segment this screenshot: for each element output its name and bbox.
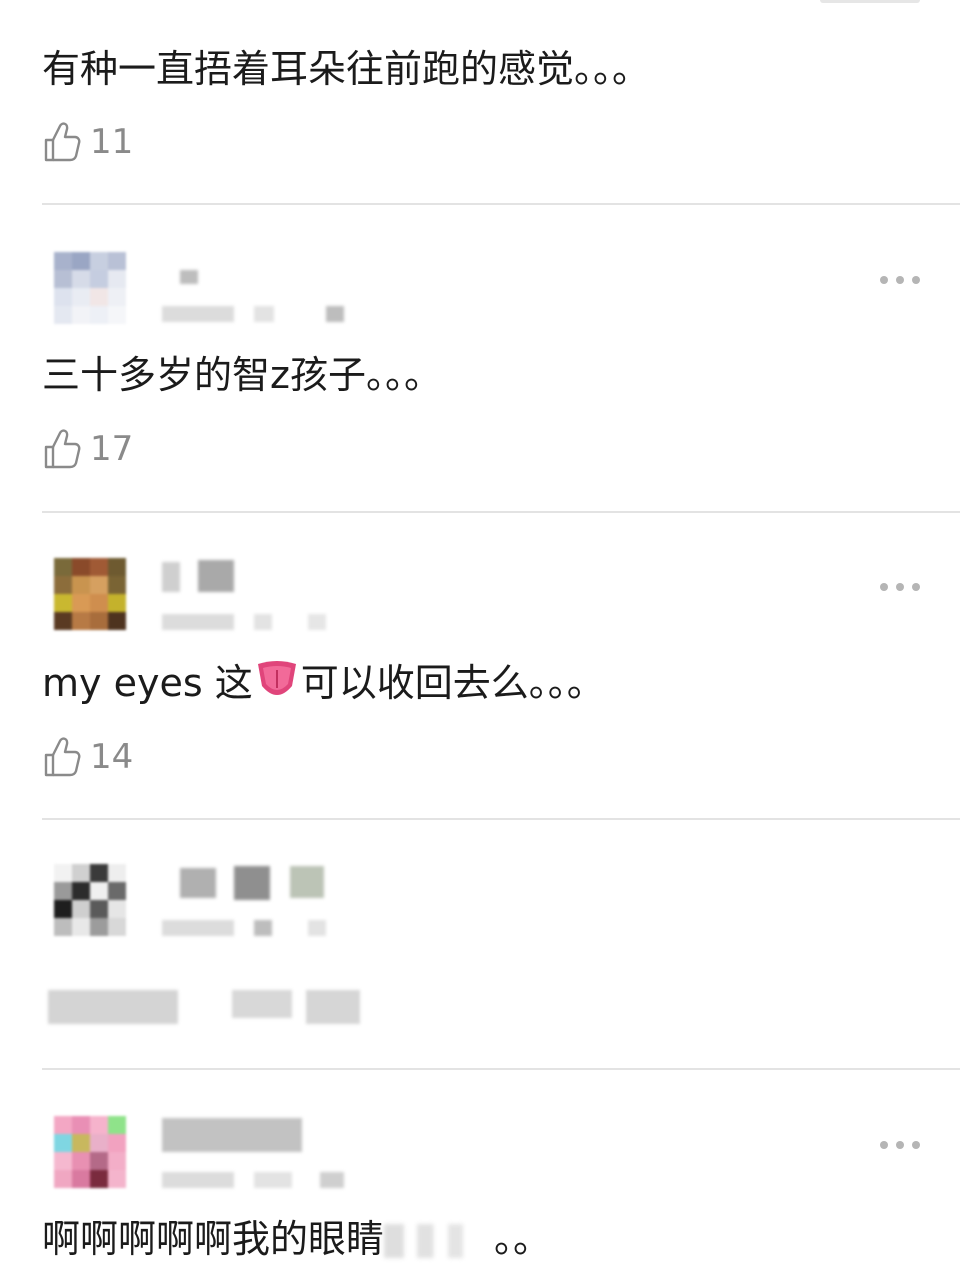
comment-text-redacted xyxy=(306,990,360,1024)
location-redacted xyxy=(320,1172,344,1188)
timestamp-redacted xyxy=(254,614,272,630)
divider xyxy=(42,203,960,205)
username-redacted xyxy=(234,866,270,900)
comment-text: 三十多岁的智z孩子。。。 xyxy=(42,353,442,397)
thumbs-up-icon xyxy=(42,735,82,779)
thumbs-up-icon xyxy=(42,427,82,471)
comment-text: 啊啊啊啊啊我的眼睛 。。 xyxy=(42,1214,551,1264)
watermark-overlap xyxy=(384,1224,495,1258)
username-redacted xyxy=(180,868,216,898)
comment-list: 有种一直捂着耳朵往前跑的感觉。。。 11 三十多岁的智z孩子。。。 17 my … xyxy=(0,0,960,1288)
top-edge-remnant xyxy=(820,0,920,3)
like-count: 17 xyxy=(90,429,134,469)
comment-text-redacted xyxy=(48,990,178,1024)
timestamp-redacted xyxy=(162,1172,234,1188)
comment-text: 有种一直捂着耳朵往前跑的感觉。。。 xyxy=(42,47,651,91)
like-count: 11 xyxy=(90,122,134,162)
comment-text-redacted xyxy=(232,990,292,1018)
username-redacted xyxy=(180,270,198,284)
divider xyxy=(42,818,960,820)
timestamp-redacted xyxy=(162,920,234,936)
more-dots-icon[interactable] xyxy=(878,580,922,594)
location-redacted xyxy=(326,306,344,322)
avatar[interactable] xyxy=(54,558,126,630)
username-redacted xyxy=(198,560,234,592)
username-redacted xyxy=(162,562,180,592)
like-button[interactable]: 14 xyxy=(42,735,133,779)
username-redacted xyxy=(290,866,324,898)
more-dots-icon[interactable] xyxy=(878,273,922,287)
comment-text: my eyes 这 可以收回去么。。。 xyxy=(42,658,605,714)
timestamp-redacted xyxy=(254,920,272,936)
comment-text-part: 啊啊啊啊啊我的眼睛 xyxy=(42,1217,385,1261)
comment-text-part: 可以收回去么。。。 xyxy=(300,661,605,705)
avatar[interactable] xyxy=(54,252,126,324)
like-count: 14 xyxy=(90,737,134,777)
tongue-emoji-icon xyxy=(255,660,299,714)
divider xyxy=(42,1068,960,1070)
comment-text-part: 。。 xyxy=(494,1217,552,1261)
location-redacted xyxy=(308,920,326,936)
timestamp-redacted xyxy=(162,306,234,322)
divider xyxy=(42,511,960,513)
thumbs-up-icon xyxy=(42,120,82,164)
comment-text-part: my eyes 这 xyxy=(42,661,253,705)
location-redacted xyxy=(308,614,326,630)
timestamp-redacted xyxy=(254,306,274,322)
avatar[interactable] xyxy=(54,864,126,936)
like-button[interactable]: 11 xyxy=(42,120,133,164)
username-redacted xyxy=(162,1118,302,1152)
timestamp-redacted xyxy=(162,614,234,630)
avatar[interactable] xyxy=(54,1116,126,1188)
more-dots-icon[interactable] xyxy=(878,1138,922,1152)
like-button[interactable]: 17 xyxy=(42,427,133,471)
timestamp-redacted xyxy=(254,1172,292,1188)
